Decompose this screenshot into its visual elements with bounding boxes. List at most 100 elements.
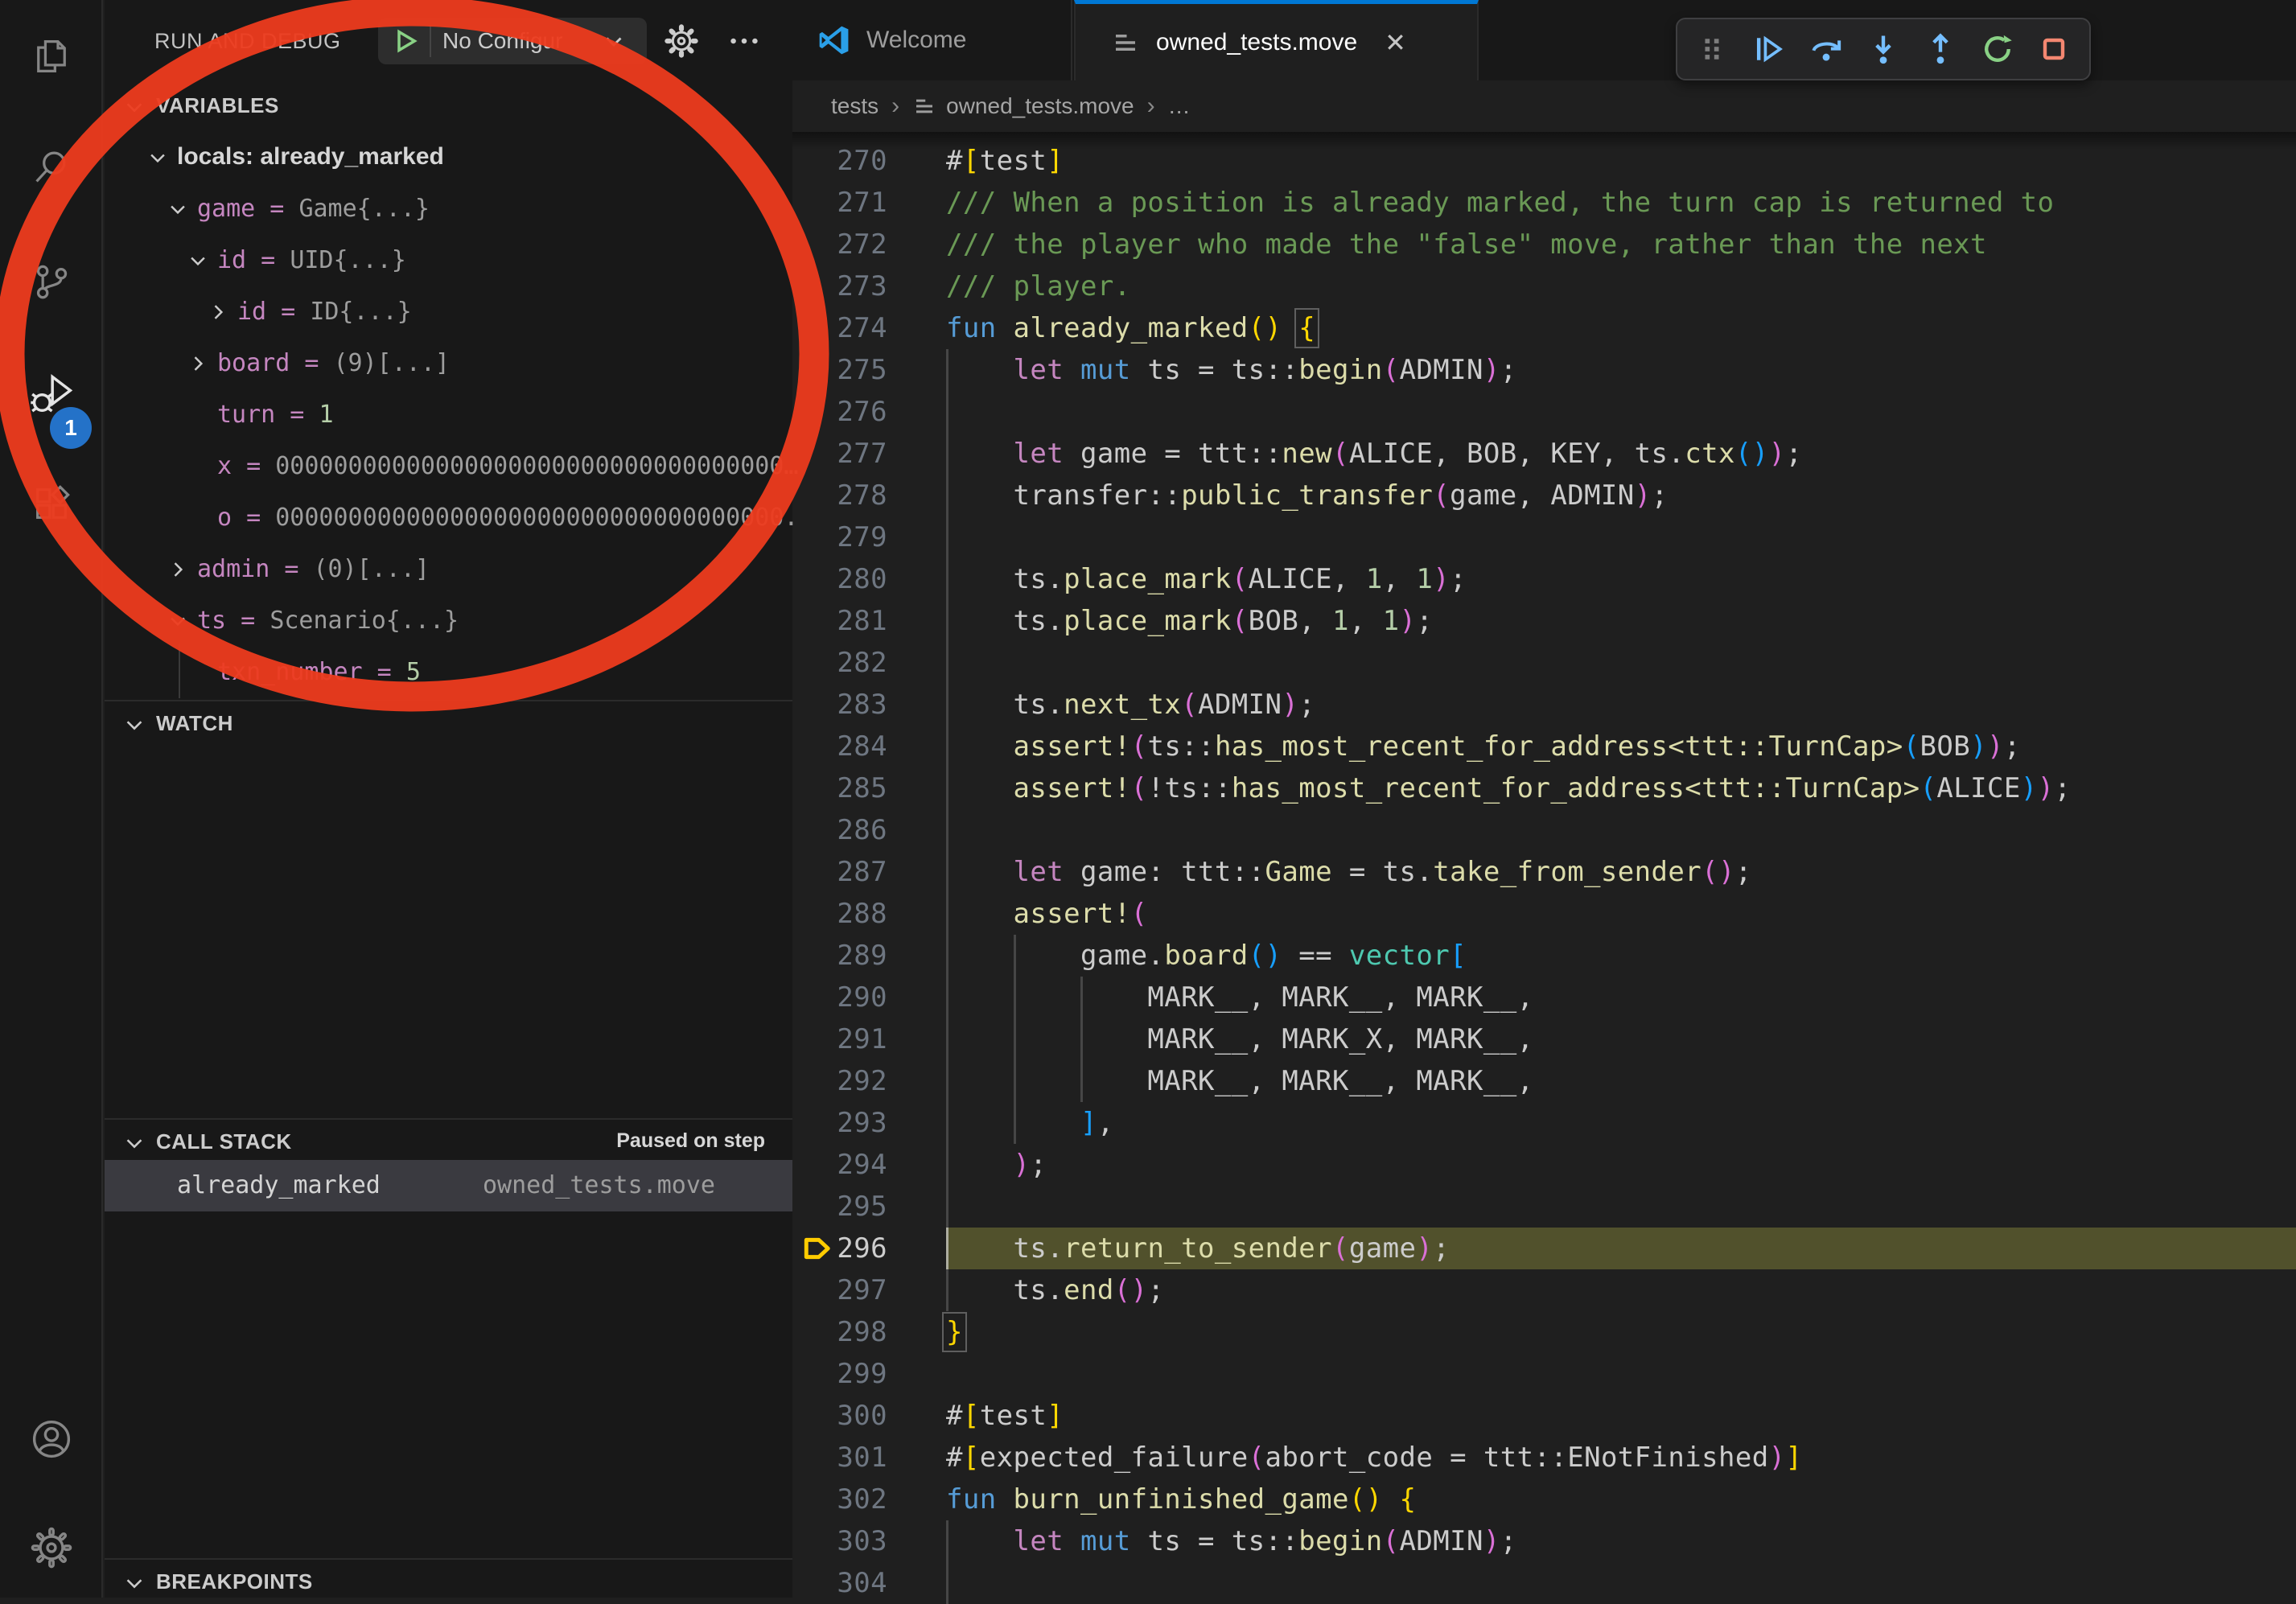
line-number[interactable]: 292	[792, 1060, 887, 1102]
code-line[interactable]: 293 ],	[792, 1102, 2296, 1144]
line-number[interactable]: 289	[792, 935, 887, 977]
run-and-debug-icon[interactable]: 1	[0, 339, 103, 449]
variable-row[interactable]: turn = 1	[105, 391, 792, 442]
code-line[interactable]: 295	[792, 1186, 2296, 1228]
code-line[interactable]: 284 assert!(ts::has_most_recent_for_addr…	[792, 726, 2296, 767]
step-into-icon[interactable]	[1858, 24, 1908, 74]
breakpoints-section-header[interactable]: BREAKPOINTS	[105, 1558, 792, 1598]
call-stack-section-header[interactable]: CALL STACK Paused on step	[105, 1118, 792, 1160]
variable-row[interactable]: txn_number = 5	[105, 648, 792, 700]
line-number[interactable]: 277	[792, 433, 887, 475]
code-line[interactable]: 292 MARK__, MARK__, MARK__,	[792, 1060, 2296, 1102]
code-line[interactable]: 276	[792, 391, 2296, 433]
line-number[interactable]: 294	[792, 1144, 887, 1186]
line-number[interactable]: 295	[792, 1186, 887, 1228]
variable-row[interactable]: x = 00000000000000000000000000000000000…	[105, 442, 792, 494]
variable-row[interactable]: id = UID{...}	[105, 236, 792, 288]
code-line[interactable]: 300#[test]	[792, 1395, 2296, 1437]
line-number[interactable]: 280	[792, 558, 887, 600]
variable-row[interactable]: admin = (0)[...]	[105, 545, 792, 597]
variable-row[interactable]: id = ID{...}	[105, 288, 792, 339]
close-tab-icon[interactable]: ✕	[1385, 27, 1406, 58]
code-line[interactable]: 281 ts.place_mark(BOB, 1, 1);	[792, 600, 2296, 642]
code-line[interactable]: 283 ts.next_tx(ADMIN);	[792, 684, 2296, 726]
code-line[interactable]: 288 assert!(	[792, 893, 2296, 935]
line-number[interactable]: 275	[792, 349, 887, 391]
chevron-down-icon[interactable]	[187, 249, 209, 276]
code-line[interactable]: 304	[792, 1562, 2296, 1604]
source-control-icon[interactable]	[0, 227, 103, 336]
tab-owned-tests-move[interactable]: owned_tests.move ✕	[1074, 0, 1479, 80]
continue-icon[interactable]	[1744, 24, 1794, 74]
explorer-icon[interactable]	[0, 2, 103, 111]
code-line[interactable]: 299	[792, 1353, 2296, 1395]
line-number[interactable]: 283	[792, 684, 887, 726]
line-number[interactable]: 276	[792, 391, 887, 433]
code-line[interactable]: 278 transfer::public_transfer(game, ADMI…	[792, 475, 2296, 516]
chevron-right-icon[interactable]	[207, 301, 229, 327]
variable-row[interactable]: board = (9)[...]	[105, 339, 792, 391]
code-line[interactable]: 286	[792, 809, 2296, 851]
code-line[interactable]: 280 ts.place_mark(ALICE, 1, 1);	[792, 558, 2296, 600]
step-out-icon[interactable]	[1915, 24, 1965, 74]
line-number[interactable]: 271	[792, 182, 887, 224]
code-line[interactable]: 289 game.board() == vector[	[792, 935, 2296, 977]
line-number[interactable]: 282	[792, 642, 887, 684]
line-number[interactable]: 284	[792, 726, 887, 767]
code-line[interactable]: 297 ts.end();	[792, 1269, 2296, 1311]
chevron-down-icon[interactable]	[167, 198, 189, 224]
chevron-right-icon[interactable]	[187, 352, 209, 379]
toolbar-drag-handle[interactable]	[1687, 24, 1737, 74]
line-number[interactable]: 298	[792, 1311, 887, 1353]
line-number[interactable]: 281	[792, 600, 887, 642]
restart-icon[interactable]	[1973, 24, 2022, 74]
variable-row[interactable]: ts = Scenario{...}	[105, 597, 792, 648]
chevron-down-icon[interactable]	[146, 146, 169, 173]
variable-row[interactable]: game = Game{...}	[105, 185, 792, 236]
debug-config-dropdown[interactable]: No Configur	[378, 18, 647, 64]
line-number[interactable]: 273	[792, 265, 887, 307]
line-number[interactable]: 285	[792, 767, 887, 809]
code-line[interactable]: 287 let game: ttt::Game = ts.take_from_s…	[792, 851, 2296, 893]
line-number[interactable]: 287	[792, 851, 887, 893]
line-number[interactable]: 301	[792, 1437, 887, 1479]
stop-icon[interactable]	[2029, 24, 2079, 74]
call-stack-frame-row[interactable]: already_marked owned_tests.move	[105, 1160, 792, 1211]
chevron-right-icon[interactable]	[167, 558, 189, 585]
step-over-icon[interactable]	[1801, 24, 1851, 74]
line-number[interactable]: 286	[792, 809, 887, 851]
code-line[interactable]: 273/// player.	[792, 265, 2296, 307]
code-line[interactable]: 277 let game = ttt::new(ALICE, BOB, KEY,…	[792, 433, 2296, 475]
tab-welcome[interactable]: Welcome	[792, 0, 1072, 80]
code-line[interactable]: 303 let mut ts = ts::begin(ADMIN);	[792, 1520, 2296, 1562]
extensions-icon[interactable]	[0, 449, 103, 558]
line-number[interactable]: 291	[792, 1018, 887, 1060]
more-actions-icon[interactable]	[726, 23, 763, 60]
watch-section-header[interactable]: WATCH	[105, 700, 792, 750]
code-line[interactable]: 291 MARK__, MARK_X, MARK__,	[792, 1018, 2296, 1060]
code-line[interactable]: 282	[792, 642, 2296, 684]
variables-section-header[interactable]: VARIABLES	[105, 84, 792, 134]
line-number[interactable]: 297	[792, 1269, 887, 1311]
code-editor[interactable]: 270#[test]271/// When a position is alre…	[792, 140, 2296, 1604]
code-line[interactable]: 271/// When a position is already marked…	[792, 182, 2296, 224]
code-line[interactable]: 274fun already_marked() {	[792, 307, 2296, 349]
line-number[interactable]: 304	[792, 1562, 887, 1604]
breadcrumb-item[interactable]: …	[1168, 93, 1191, 119]
start-debug-icon[interactable]	[388, 24, 422, 58]
code-line[interactable]: 290 MARK__, MARK__, MARK__,	[792, 977, 2296, 1018]
code-line[interactable]: 294 );	[792, 1144, 2296, 1186]
code-line[interactable]: 301#[expected_failure(abort_code = ttt::…	[792, 1437, 2296, 1479]
breadcrumb-item[interactable]: tests	[831, 93, 878, 119]
line-number[interactable]: 288	[792, 893, 887, 935]
code-line[interactable]: 272/// the player who made the "false" m…	[792, 224, 2296, 265]
chevron-down-icon[interactable]	[167, 610, 189, 636]
breadcrumb[interactable]: tests › owned_tests.move › …	[792, 80, 2296, 132]
breadcrumb-item[interactable]: owned_tests.move	[946, 93, 1134, 119]
current-debug-line[interactable]: 296 ts.return_to_sender(game);	[792, 1228, 2296, 1269]
line-number[interactable]: 272	[792, 224, 887, 265]
line-number[interactable]: 290	[792, 977, 887, 1018]
code-line[interactable]: 275 let mut ts = ts::begin(ADMIN);	[792, 349, 2296, 391]
line-number[interactable]: 303	[792, 1520, 887, 1562]
variable-row[interactable]: o = 00000000000000000000000000000000000.	[105, 494, 792, 545]
